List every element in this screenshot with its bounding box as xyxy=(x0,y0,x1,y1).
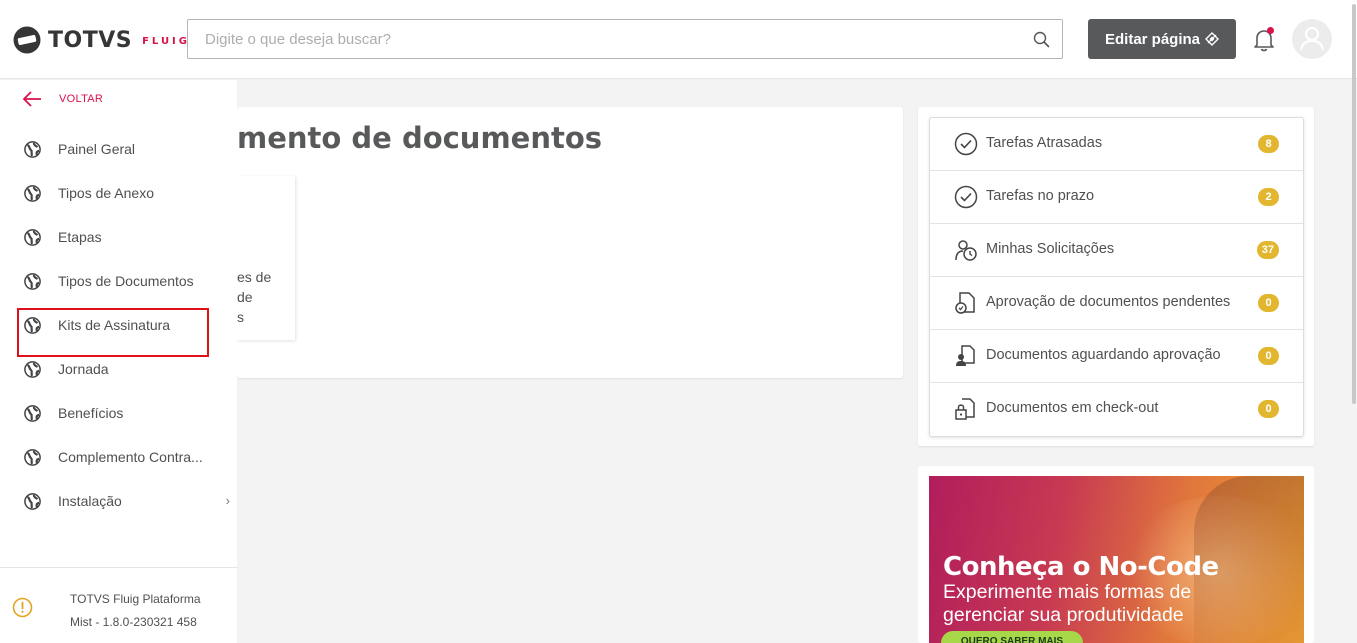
document-clock-icon xyxy=(955,292,975,314)
globe-icon xyxy=(24,448,41,466)
no-code-banner[interactable]: Conheça o No-Code Experimente mais forma… xyxy=(929,476,1304,643)
task-count-badge: 0 xyxy=(1258,294,1279,312)
banner-title: Conheça o No-Code xyxy=(943,552,1219,582)
edit-page-button[interactable]: Editar página xyxy=(1088,19,1236,59)
task-list: Tarefas Atrasadas 8 Tarefas no prazo 2 M… xyxy=(929,117,1304,437)
version-info: TOTVS Fluig Plataforma Mist - 1.8.0-2303… xyxy=(70,588,201,634)
task-count-badge: 37 xyxy=(1256,241,1279,259)
task-count-badge: 0 xyxy=(1258,400,1279,418)
sidebar-item-beneficios[interactable]: Benefícios xyxy=(24,401,224,425)
task-row-tarefas-no-prazo[interactable]: Tarefas no prazo 2 xyxy=(930,171,1303,224)
sidebar-item-instalacao[interactable]: Instalação › xyxy=(24,489,230,513)
user-icon xyxy=(1300,27,1324,51)
globe-icon xyxy=(24,360,41,378)
logo-subtext: FLUIG xyxy=(142,36,190,47)
task-label: Documentos em check-out xyxy=(986,400,1159,416)
document-lock-icon xyxy=(955,398,975,420)
task-row-documentos-check-out[interactable]: Documentos em check-out 0 xyxy=(930,383,1303,436)
task-count-badge: 2 xyxy=(1258,188,1279,206)
page-scrollbar[interactable] xyxy=(1351,0,1357,643)
task-label: Tarefas Atrasadas xyxy=(986,135,1103,151)
content-inner-card[interactable]: es de de s xyxy=(237,176,295,340)
task-row-aprovacao-pendentes[interactable]: Aprovação de documentos pendentes 0 xyxy=(930,277,1303,330)
banner-subtitle-line: Experimente mais formas de xyxy=(943,581,1192,603)
scrollbar-thumb[interactable] xyxy=(1352,4,1356,404)
main-content-card: mento de documentos es de de s xyxy=(237,107,903,378)
task-count-badge: 0 xyxy=(1258,347,1279,365)
sidebar-item-etapas[interactable]: Etapas xyxy=(24,225,224,249)
inner-card-line: es de xyxy=(237,269,272,285)
inner-card-line: s xyxy=(237,309,244,325)
task-count-badge: 8 xyxy=(1258,135,1279,153)
arrow-left-icon xyxy=(22,91,41,107)
banner-subtitle-line: gerenciar sua produtividade xyxy=(943,604,1184,626)
inner-card-line: de xyxy=(237,289,253,305)
sidebar-item-complemento-contratual[interactable]: Complemento Contra... xyxy=(24,445,224,469)
version-line-2: Mist - 1.8.0-230321 458 xyxy=(70,615,197,629)
sidebar-item-label: Instalação xyxy=(58,493,122,509)
task-row-documentos-aguardando[interactable]: Documentos aguardando aprovação 0 xyxy=(930,330,1303,383)
edit-page-icon xyxy=(1205,32,1220,46)
chevron-right-icon: › xyxy=(225,493,230,508)
top-header: TOTVS FLUIG Editar página xyxy=(0,0,1357,79)
user-clock-icon xyxy=(955,240,977,261)
back-label: VOLTAR xyxy=(59,93,104,105)
sidebar-item-label: Tipos de Documentos xyxy=(58,273,194,289)
totvs-logo-icon xyxy=(13,26,41,54)
inner-card-text: es de de s xyxy=(237,267,271,327)
globe-icon xyxy=(24,184,41,202)
banner-subtitle: Experimente mais formas de gerenciar sua… xyxy=(943,581,1191,627)
sidebar-item-label: Benefícios xyxy=(58,405,124,421)
notification-dot xyxy=(1267,27,1274,34)
clock-check-icon xyxy=(954,185,978,209)
task-label: Minhas Solicitações xyxy=(986,241,1115,257)
task-label: Tarefas no prazo xyxy=(986,188,1095,204)
banner-cta-button[interactable]: QUERO SABER MAIS xyxy=(941,631,1083,643)
back-button[interactable]: VOLTAR xyxy=(22,91,103,107)
totvs-fluig-logo[interactable]: TOTVS FLUIG xyxy=(12,25,190,55)
globe-icon xyxy=(24,228,41,246)
sidebar-item-label: Complemento Contra... xyxy=(58,449,203,465)
search-input[interactable] xyxy=(188,20,1062,58)
search-icon[interactable] xyxy=(1033,31,1050,48)
tasks-widget: Tarefas Atrasadas 8 Tarefas no prazo 2 M… xyxy=(918,107,1314,446)
sidebar-item-label: Etapas xyxy=(58,229,102,245)
highlight-box xyxy=(17,308,209,357)
clock-check-icon xyxy=(954,132,978,156)
user-avatar[interactable] xyxy=(1292,19,1332,59)
document-user-icon xyxy=(956,345,975,366)
sidebar-menu: VOLTAR Painel Geral Tipos de Anexo Etapa… xyxy=(0,80,237,643)
sidebar-item-painel-geral[interactable]: Painel Geral xyxy=(24,137,224,161)
sidebar-item-label: Jornada xyxy=(58,361,109,377)
sidebar-item-label: Tipos de Anexo xyxy=(58,185,154,201)
globe-icon xyxy=(24,404,41,422)
logo-text: TOTVS xyxy=(48,27,133,53)
globe-icon xyxy=(24,140,41,158)
task-row-tarefas-atrasadas[interactable]: Tarefas Atrasadas 8 xyxy=(930,118,1303,171)
globe-icon xyxy=(24,272,41,290)
warning-icon[interactable] xyxy=(12,597,33,618)
task-label: Documentos aguardando aprovação xyxy=(986,347,1221,363)
sidebar-item-jornada[interactable]: Jornada xyxy=(24,357,224,381)
sidebar-item-tipos-de-documentos[interactable]: Tipos de Documentos xyxy=(24,269,224,293)
globe-icon xyxy=(24,492,41,510)
banner-card: Conheça o No-Code Experimente mais forma… xyxy=(918,466,1314,643)
page-title: mento de documentos xyxy=(237,121,603,155)
edit-page-label: Editar página xyxy=(1104,30,1201,48)
search-box xyxy=(187,19,1063,59)
task-label: Aprovação de documentos pendentes xyxy=(986,294,1231,310)
sidebar-item-tipos-de-anexo[interactable]: Tipos de Anexo xyxy=(24,181,224,205)
version-line-1: TOTVS Fluig Plataforma xyxy=(70,592,201,606)
task-row-minhas-solicitacoes[interactable]: Minhas Solicitações 37 xyxy=(930,224,1303,277)
sidebar-divider xyxy=(0,567,237,568)
sidebar-item-label: Painel Geral xyxy=(58,141,136,157)
